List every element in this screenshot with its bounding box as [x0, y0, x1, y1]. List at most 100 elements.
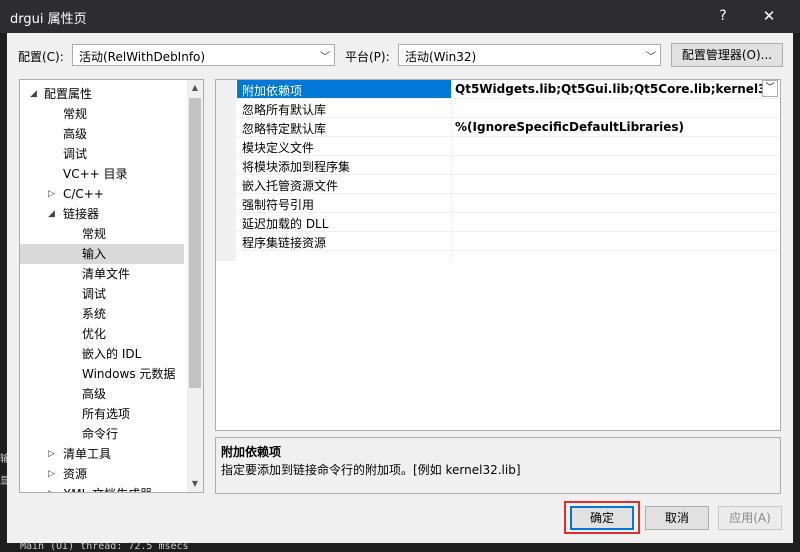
- tree-item-label: 嵌入的 IDL: [82, 347, 142, 361]
- property-name: 延迟加载的 DLL: [242, 217, 329, 231]
- tree-item[interactable]: VC++ 目录: [20, 164, 184, 184]
- property-row[interactable]: 程序集链接资源: [216, 232, 780, 251]
- expand-arrow-icon[interactable]: ▷: [48, 484, 55, 492]
- property-row[interactable]: 附加依赖项 Qt5Widgets.lib;Qt5Gui.lib;Qt5Core.l…: [216, 80, 780, 99]
- tree-item-label: 清单文件: [82, 267, 131, 281]
- collapse-arrow-icon[interactable]: ◢: [48, 204, 55, 224]
- platform-value: 活动(Win32): [405, 50, 477, 64]
- property-value-cell[interactable]: [452, 137, 762, 155]
- property-row[interactable]: 忽略特定默认库 %(IgnoreSpecificDefaultLibraries): [216, 118, 780, 137]
- property-value-cell[interactable]: [452, 232, 762, 250]
- property-name: 忽略特定默认库: [242, 122, 327, 136]
- expand-arrow-icon[interactable]: ▷: [48, 184, 55, 204]
- property-name: 模块定义文件: [242, 141, 315, 155]
- tree-item[interactable]: 输入: [20, 244, 184, 264]
- property-name: 忽略所有默认库: [242, 103, 327, 117]
- tree-item-label: 常规: [82, 227, 107, 241]
- scroll-down-icon[interactable]: ▼: [187, 476, 203, 492]
- config-manager-button[interactable]: 配置管理器(O)...: [671, 43, 783, 67]
- property-row[interactable]: 延迟加载的 DLL: [216, 213, 780, 232]
- tree-item-label: 清单工具: [63, 447, 112, 461]
- config-value: 活动(RelWithDebInfo): [79, 50, 206, 64]
- property-row[interactable]: 忽略所有默认库: [216, 99, 780, 118]
- expand-arrow-icon[interactable]: ▷: [48, 444, 55, 464]
- property-pages-dialog: 配置(C): 活动(RelWithDebInfo) ﹀ 平台(P): 活动(Wi…: [7, 33, 793, 543]
- property-name: 程序集链接资源: [242, 236, 327, 250]
- property-value-cell[interactable]: Qt5Widgets.lib;Qt5Gui.lib;Qt5Core.lib;ke…: [452, 80, 762, 98]
- property-value-cell[interactable]: %(IgnoreSpecificDefaultLibraries): [452, 118, 762, 136]
- scroll-thumb[interactable]: [189, 98, 201, 388]
- tree-item[interactable]: ▷ 清单工具: [20, 444, 184, 464]
- scroll-up-icon[interactable]: ▲: [187, 80, 203, 96]
- property-value: Qt5Widgets.lib;Qt5Gui.lib;Qt5Core.lib;ke…: [455, 82, 762, 96]
- property-row[interactable]: 模块定义文件: [216, 137, 780, 156]
- tree-item[interactable]: Windows 元数据: [20, 364, 184, 384]
- property-value-cell[interactable]: [452, 156, 762, 174]
- close-button[interactable]: ✕: [758, 6, 780, 26]
- tree-item-label: 调试: [63, 147, 88, 161]
- tree-item[interactable]: ◢ 链接器: [20, 204, 184, 224]
- chevron-down-icon: ﹀: [646, 52, 656, 63]
- tree-item[interactable]: 所有选项: [20, 404, 184, 424]
- chevron-down-icon[interactable]: ﹀: [762, 80, 778, 97]
- window-title: drgui 属性页: [10, 12, 87, 27]
- property-row[interactable]: 将模块添加到程序集: [216, 156, 780, 175]
- help-button[interactable]: ?: [713, 6, 733, 26]
- tree-item-label: 资源: [63, 467, 88, 481]
- tree-item[interactable]: 常规: [20, 224, 184, 244]
- tree-item[interactable]: ▷ XML 文档生成器: [20, 484, 184, 492]
- tree-item[interactable]: 高级: [20, 124, 184, 144]
- tree-item[interactable]: ▷ C/C++: [20, 184, 184, 204]
- tree-item-label: 高级: [82, 387, 107, 401]
- description-title: 附加依赖项: [221, 445, 282, 459]
- config-dropdown[interactable]: 活动(RelWithDebInfo) ﹀: [72, 44, 335, 66]
- tree-item-label: 输入: [82, 247, 107, 261]
- chevron-down-icon: ﹀: [320, 52, 330, 63]
- property-row[interactable]: 嵌入托管资源文件: [216, 175, 780, 194]
- tree-item-label: 常规: [63, 107, 88, 121]
- tree-item-label: Windows 元数据: [82, 367, 176, 381]
- tree-item-label: 命令行: [82, 427, 119, 441]
- tree-item[interactable]: 调试: [20, 284, 184, 304]
- property-value-cell[interactable]: [452, 175, 762, 193]
- tree-item[interactable]: 调试: [20, 144, 184, 164]
- tree-item-label: 高级: [63, 127, 88, 141]
- tree-item[interactable]: 嵌入的 IDL: [20, 344, 184, 364]
- platform-dropdown[interactable]: 活动(Win32) ﹀: [398, 44, 661, 66]
- tree-item[interactable]: 高级: [20, 384, 184, 404]
- ok-button[interactable]: 确定: [570, 506, 634, 530]
- tree-item[interactable]: 系统: [20, 304, 184, 324]
- property-tree: ◢ 配置属性 常规 高级 调试 VC++ 目录 ▷ C/C++ ◢ 链接器 常规 输入 清单文件 调试 系统…: [19, 79, 204, 493]
- title-bar: drgui 属性页 ? ✕: [0, 0, 800, 33]
- property-value-cell[interactable]: [452, 213, 762, 231]
- property-value-cell[interactable]: [452, 194, 762, 212]
- property-grid: 附加依赖项 Qt5Widgets.lib;Qt5Gui.lib;Qt5Core.l…: [215, 79, 781, 431]
- property-value-cell[interactable]: [452, 99, 762, 117]
- tree-item-label: XML 文档生成器: [63, 484, 152, 492]
- background-edge: 输: [0, 454, 7, 465]
- tree-item-label: C/C++: [63, 187, 104, 201]
- tree-item[interactable]: 优化: [20, 324, 184, 344]
- tree-item[interactable]: 常规: [20, 104, 184, 124]
- property-value: %(IgnoreSpecificDefaultLibraries): [455, 120, 684, 134]
- tree-item-label: 系统: [82, 307, 107, 321]
- tree-item[interactable]: ◢ 配置属性: [20, 84, 184, 104]
- apply-button[interactable]: 应用(A): [718, 506, 782, 530]
- config-label: 配置(C):: [18, 50, 64, 64]
- property-name: 附加依赖项: [242, 84, 303, 98]
- tree-item-label: 配置属性: [44, 87, 93, 101]
- tree-item-label: 优化: [82, 327, 107, 341]
- collapse-arrow-icon[interactable]: ◢: [30, 84, 37, 104]
- property-row[interactable]: 强制符号引用: [216, 194, 780, 213]
- property-name: 嵌入托管资源文件: [242, 179, 339, 193]
- tree-item-label: VC++ 目录: [63, 167, 128, 181]
- tree-item[interactable]: 清单文件: [20, 264, 184, 284]
- tree-item-label: 调试: [82, 287, 107, 301]
- expand-arrow-icon[interactable]: ▷: [48, 464, 55, 484]
- tree-item[interactable]: ▷ 资源: [20, 464, 184, 484]
- description-panel: 附加依赖项 指定要添加到链接命令行的附加项。[例如 kernel32.lib]: [215, 437, 781, 494]
- tree-scrollbar[interactable]: ▲ ▼: [187, 80, 203, 492]
- background-edge: 显: [0, 476, 7, 487]
- cancel-button[interactable]: 取消: [645, 506, 709, 530]
- tree-item[interactable]: 命令行: [20, 424, 184, 444]
